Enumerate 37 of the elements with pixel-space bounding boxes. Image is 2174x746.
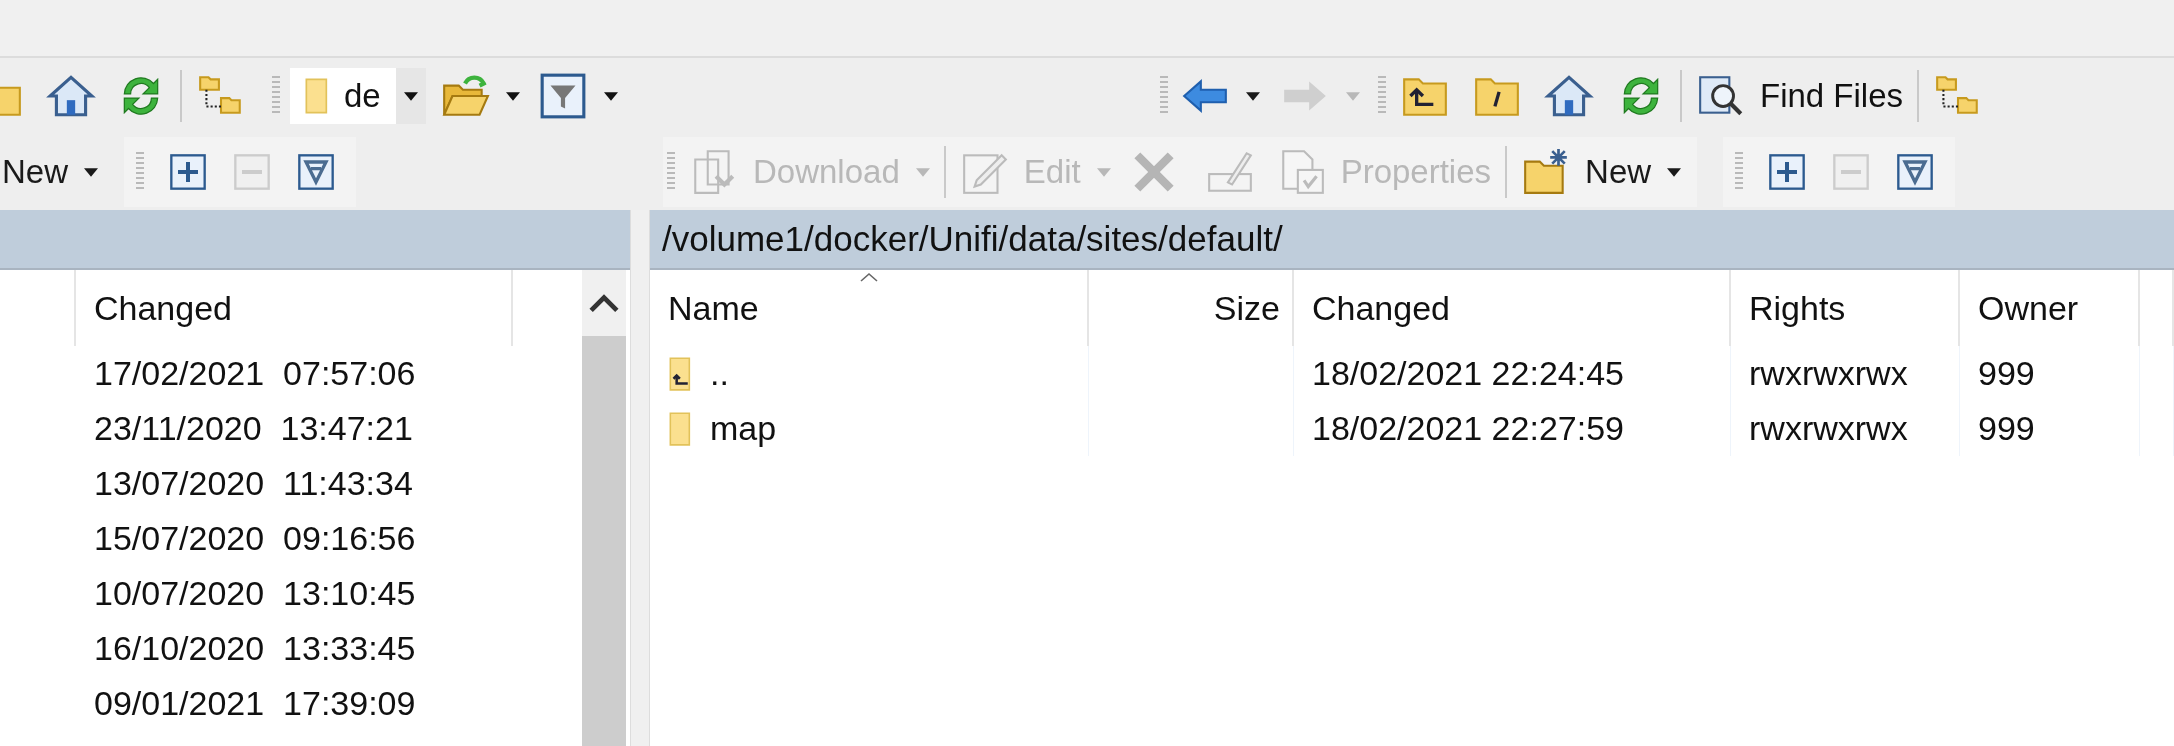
new-button[interactable]: New xyxy=(1521,147,1652,197)
dropdown-caret-icon[interactable] xyxy=(1246,91,1260,101)
table-cell: 18/02/2021 22:27:59 xyxy=(1312,409,1624,448)
table-cell-text: 23/11/2020 13:47:21 xyxy=(93,409,414,448)
sort-caret-icon xyxy=(858,272,879,282)
dropdown-caret-icon[interactable] xyxy=(84,167,99,177)
table-cell-text: 13/07/2020 11:43:34 xyxy=(93,464,414,503)
table-cell-text: 17/02/2021 07:57:06 xyxy=(93,354,417,393)
table-cell-text: 09/01/2021 17:39:09 xyxy=(93,684,417,723)
table-cell: rwxrwxrwx xyxy=(1749,409,1908,448)
plus-icon[interactable] xyxy=(1767,152,1808,192)
plus-icon[interactable] xyxy=(168,152,209,192)
file-name[interactable]: map xyxy=(710,409,777,448)
invert-selection-icon[interactable] xyxy=(296,152,337,192)
column-header[interactable]: Owner xyxy=(1960,270,2140,346)
table-cell-text: 15/07/2020 09:16:56 xyxy=(93,519,417,558)
dropdown-caret-icon[interactable] xyxy=(1667,167,1682,177)
column-header[interactable]: Changed xyxy=(76,270,513,346)
filter-icon[interactable] xyxy=(538,71,588,121)
column-header[interactable]: Changed xyxy=(1294,270,1731,346)
table-cell: 999 xyxy=(1978,354,2035,393)
find-files-button[interactable]: Find Files xyxy=(1696,71,1904,121)
file-name[interactable]: .. xyxy=(710,354,729,393)
dropdown-caret-icon[interactable] xyxy=(404,91,418,101)
table-cell: 18/02/2021 22:24:45 xyxy=(1312,354,1624,393)
table-cell: rwxrwxrwx xyxy=(1749,354,1908,393)
table-cell-text: 16/10/2020 13:33:45 xyxy=(93,629,417,668)
column-header[interactable]: Rights xyxy=(1731,270,1960,346)
invert-selection-icon[interactable] xyxy=(1895,152,1936,192)
table-cell-text: 10/07/2020 13:10:45 xyxy=(93,574,417,613)
new-button[interactable]: New xyxy=(2,153,69,191)
dropdown-caret-icon[interactable] xyxy=(604,91,618,101)
column-header[interactable]: Size xyxy=(1089,270,1294,346)
path-combo[interactable]: de xyxy=(290,68,426,124)
table-cell: 999 xyxy=(1978,409,2035,448)
dropdown-caret-icon[interactable] xyxy=(506,91,520,101)
column-header[interactable]: Name xyxy=(650,270,1089,346)
